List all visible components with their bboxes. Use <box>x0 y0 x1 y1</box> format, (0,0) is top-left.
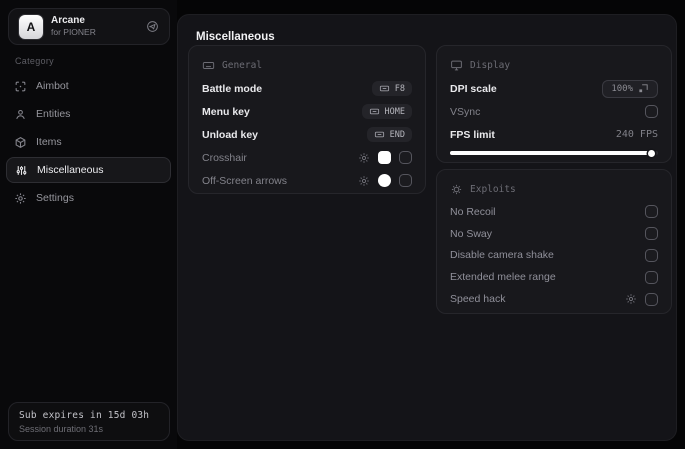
page-title: Miscellaneous <box>196 31 275 43</box>
speed-hack-checkbox[interactable] <box>645 292 658 306</box>
setting-label: Off-Screen arrows <box>202 174 287 187</box>
setting-row-battle-mode: Battle mode F8 <box>202 77 412 100</box>
setting-label: Speed hack <box>450 293 506 306</box>
keybind-button[interactable]: END <box>366 127 412 142</box>
sidebar: A Arcane for PIONER Category Aimbot Enti… <box>0 0 177 449</box>
no-recoil-checkbox[interactable] <box>645 205 658 219</box>
brand-name: Arcane <box>51 14 85 26</box>
sidebar-item-label: Aimbot <box>36 80 69 92</box>
setting-label: Crosshair <box>202 151 247 164</box>
keyboard-icon <box>369 108 379 115</box>
dpi-scale-select[interactable]: 100% <box>602 79 658 98</box>
setting-label: No Recoil <box>450 205 496 218</box>
sidebar-item-label: Settings <box>36 192 74 204</box>
offscreen-arrows-checkbox[interactable] <box>399 174 412 187</box>
extended-melee-range-checkbox[interactable] <box>645 270 658 284</box>
session-duration-text: Session duration 31s <box>19 424 104 434</box>
setting-row-dpi-scale: DPI scale 100% <box>450 77 658 100</box>
general-card-header: General <box>202 56 412 74</box>
scale-icon <box>639 84 648 93</box>
setting-row-speed-hack: Speed hack <box>450 288 658 310</box>
setting-label: No Sway <box>450 227 493 240</box>
brand-logo: A <box>19 14 43 39</box>
fps-slider[interactable] <box>450 149 658 157</box>
setting-row-no-sway: No Sway <box>450 223 658 245</box>
sidebar-item-label: Items <box>36 136 62 148</box>
telegram-icon[interactable] <box>146 20 159 33</box>
sidebar-item-entities[interactable]: Entities <box>0 100 177 128</box>
virus-icon <box>450 183 463 196</box>
fps-value: 240 FPS <box>615 129 658 140</box>
setting-label: Battle mode <box>202 82 263 95</box>
crosshair-checkbox[interactable] <box>399 151 412 164</box>
subscription-card: Sub expires in 15d 03h Session duration … <box>8 402 170 441</box>
sidebar-item-label: Miscellaneous <box>37 164 104 176</box>
person-icon <box>14 108 27 121</box>
exploits-card-header: Exploits <box>450 180 658 198</box>
setting-row-no-recoil: No Recoil <box>450 201 658 223</box>
monitor-icon <box>450 59 463 72</box>
cube-icon <box>14 136 27 149</box>
main-panel: Miscellaneous General Battle mode F8 Men… <box>177 14 677 441</box>
fps-slider-knob[interactable] <box>647 149 655 157</box>
gear-icon[interactable] <box>625 293 637 305</box>
setting-row-disable-camera-shake: Disable camera shake <box>450 245 658 267</box>
disable-camera-shake-checkbox[interactable] <box>645 248 658 262</box>
keyboard-icon <box>202 59 215 72</box>
sub-expires-text: Sub expires in 15d 03h <box>19 410 150 421</box>
sidebar-item-items[interactable]: Items <box>0 128 177 156</box>
setting-row-fps-limit: FPS limit 240 FPS <box>450 123 658 146</box>
fps-slider-fill <box>450 151 652 155</box>
category-label: Category <box>15 56 54 66</box>
display-card: Display DPI scale 100% VSync FPS limit 2… <box>436 45 672 163</box>
setting-row-vsync: VSync <box>450 100 658 123</box>
crosshair-scan-icon <box>14 80 27 93</box>
sidebar-item-label: Entities <box>36 108 71 120</box>
setting-row-menu-key: Menu key HOME <box>202 100 412 123</box>
sliders-icon <box>15 164 28 177</box>
keyboard-icon <box>374 131 384 138</box>
display-card-header: Display <box>450 56 658 74</box>
setting-row-unload-key: Unload key END <box>202 123 412 146</box>
setting-label: DPI scale <box>450 82 497 95</box>
gear-icon[interactable] <box>358 152 370 164</box>
sidebar-item-settings[interactable]: Settings <box>0 184 177 212</box>
keyboard-icon <box>379 85 389 92</box>
keybind-button[interactable]: F8 <box>371 81 412 96</box>
setting-label: Unload key <box>202 128 259 141</box>
general-card: General Battle mode F8 Menu key HOME Unl… <box>188 45 426 194</box>
sidebar-nav: Aimbot Entities Items Miscellaneous Sett… <box>0 72 177 212</box>
gear-icon[interactable] <box>358 175 370 187</box>
color-swatch[interactable] <box>378 151 391 164</box>
setting-row-extended-melee-range: Extended melee range <box>450 266 658 288</box>
setting-label: FPS limit <box>450 128 495 141</box>
sidebar-item-miscellaneous[interactable]: Miscellaneous <box>6 157 171 183</box>
gear-icon <box>14 192 27 205</box>
brand-subtitle: for PIONER <box>51 27 96 38</box>
keybind-button[interactable]: HOME <box>361 104 412 119</box>
vsync-checkbox[interactable] <box>645 105 658 118</box>
sidebar-item-aimbot[interactable]: Aimbot <box>0 72 177 100</box>
setting-label: Menu key <box>202 105 250 118</box>
no-sway-checkbox[interactable] <box>645 227 658 241</box>
color-swatch[interactable] <box>378 174 391 187</box>
setting-label: Extended melee range <box>450 271 556 284</box>
brand-card: A Arcane for PIONER <box>8 8 170 45</box>
setting-row-offscreen-arrows: Off-Screen arrows <box>202 169 412 192</box>
setting-label: Disable camera shake <box>450 249 554 262</box>
exploits-card: Exploits No Recoil No Sway Disable camer… <box>436 169 672 314</box>
setting-label: VSync <box>450 105 481 118</box>
setting-row-crosshair: Crosshair <box>202 146 412 169</box>
